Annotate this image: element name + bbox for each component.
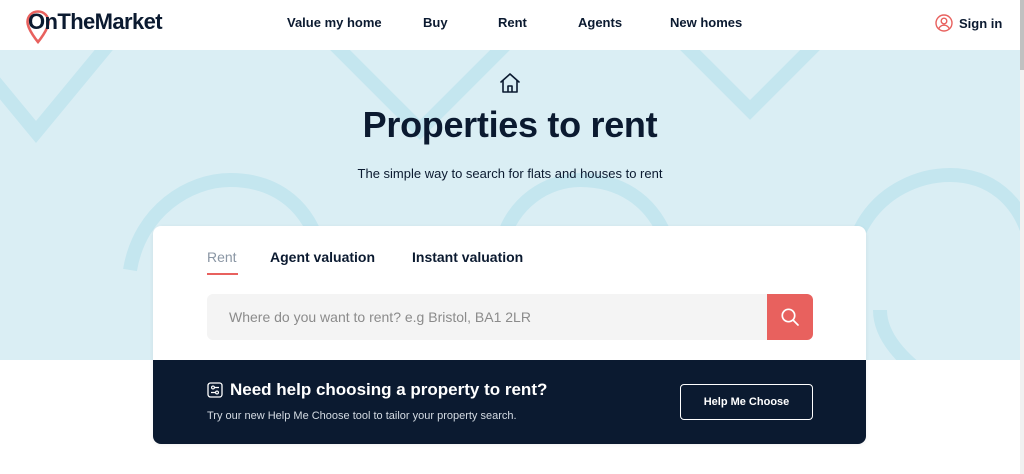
sliders-icon	[207, 382, 223, 398]
nav-item-value-my-home[interactable]: Value my home	[287, 15, 382, 30]
house-icon	[500, 73, 520, 93]
active-tab-indicator	[207, 273, 238, 275]
help-me-choose-button[interactable]: Help Me Choose	[680, 384, 813, 420]
page-subtitle: The simple way to search for flats and h…	[357, 166, 663, 181]
page-title: Properties to rent	[362, 104, 658, 145]
sign-in-button[interactable]: Sign in	[935, 14, 1002, 32]
scrollbar-thumb[interactable]	[1020, 0, 1024, 70]
sign-in-label: Sign in	[959, 15, 1003, 31]
search-card: Rent Agent valuation Instant valuation N…	[153, 226, 866, 444]
tab-instant-valuation[interactable]: Instant valuation	[412, 249, 523, 265]
search-icon	[781, 308, 799, 326]
tab-agent-valuation[interactable]: Agent valuation	[270, 249, 375, 265]
nav-item-rent[interactable]: Rent	[498, 15, 527, 30]
main-nav: Value my home Buy Rent Agents New homes	[0, 15, 1020, 33]
user-circle-icon	[935, 14, 953, 32]
tab-rent[interactable]: Rent	[207, 249, 237, 265]
location-search-input[interactable]	[207, 294, 767, 340]
site-header: OnTheMarket Value my home Buy Rent Agent…	[0, 0, 1020, 50]
nav-item-buy[interactable]: Buy	[423, 15, 448, 30]
page-scrollbar[interactable]	[1020, 0, 1024, 474]
search-button[interactable]	[767, 294, 813, 340]
help-banner-title: Need help choosing a property to rent?	[230, 380, 548, 399]
nav-item-agents[interactable]: Agents	[578, 15, 622, 30]
nav-item-new-homes[interactable]: New homes	[670, 15, 742, 30]
help-me-choose-banner: Need help choosing a property to rent? T…	[153, 360, 866, 444]
search-bar	[207, 294, 813, 340]
help-banner-subtitle: Try our new Help Me Choose tool to tailo…	[207, 410, 517, 422]
